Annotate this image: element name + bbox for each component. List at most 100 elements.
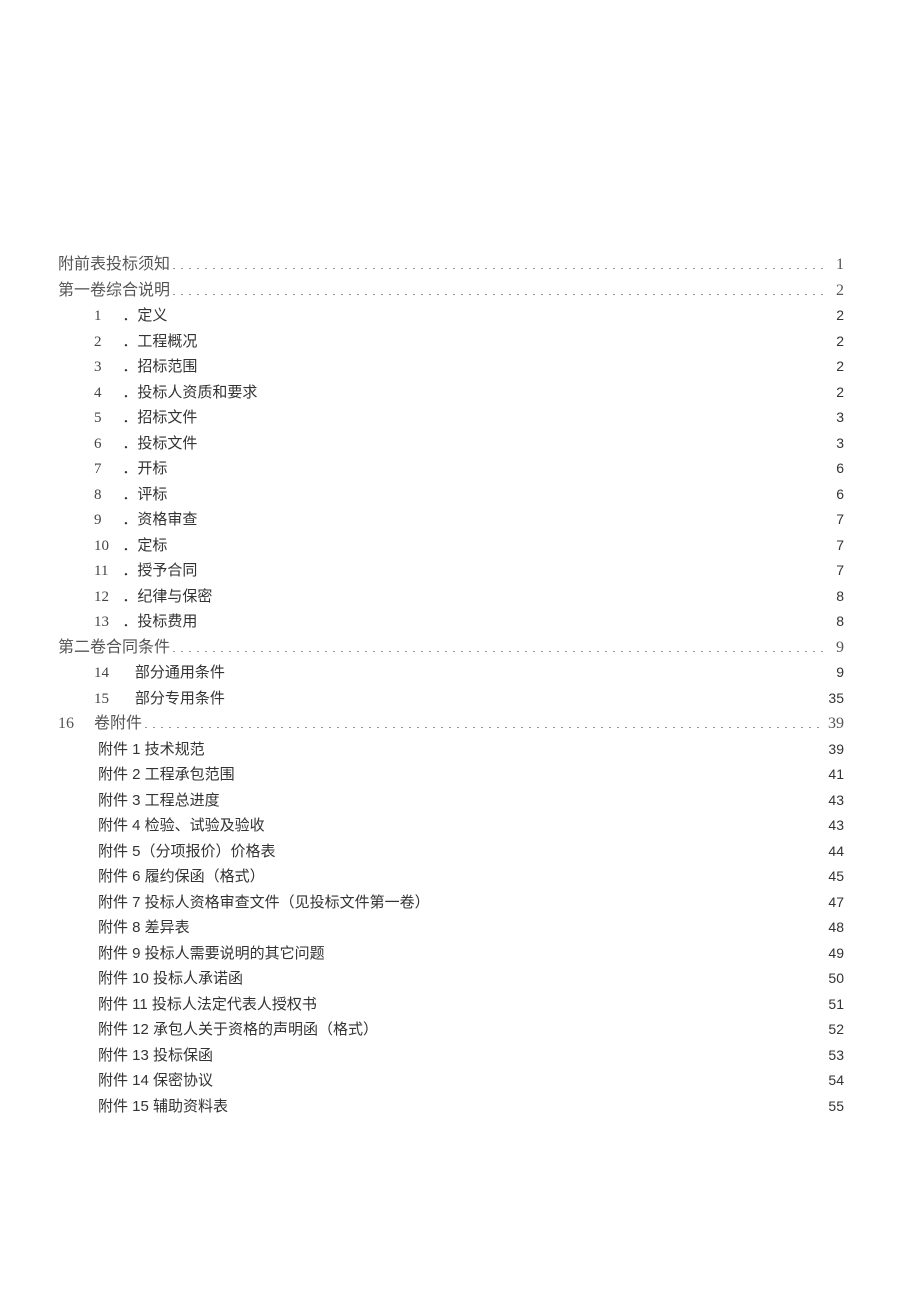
toc-pagenum: 9 — [826, 660, 844, 686]
toc-num: 11 — [94, 559, 114, 584]
toc-entry-appendix: 附件 14 保密协议54 — [58, 1068, 844, 1094]
toc-title: 2 ．工程概况 — [94, 329, 197, 355]
toc-num: 9 — [94, 508, 114, 533]
toc-num: 10 — [94, 534, 114, 559]
toc-entry-top: 第二卷合同条件 9 — [58, 635, 844, 661]
toc-title: 1 ．定义 — [94, 303, 167, 329]
toc-entry-appendix: 附件 5（分项报价）价格表44 — [58, 839, 844, 865]
toc-pagenum: 7 — [826, 558, 844, 584]
toc-leader — [199, 356, 824, 371]
toc-leader — [432, 892, 824, 907]
toc-pagenum: 47 — [826, 890, 844, 916]
toc-title: 附件 3 工程总进度 — [98, 788, 220, 814]
toc-title: 附件 5（分项报价）价格表 — [98, 839, 276, 865]
toc-leader — [230, 1096, 824, 1111]
toc-pagenum: 7 — [826, 533, 844, 559]
toc-leader — [172, 636, 824, 652]
toc-leader — [169, 305, 824, 320]
toc-page: 附前表投标须知 1 第一卷综合说明 2 1 ．定义22 ．工程概况23 ．招标范… — [0, 0, 920, 1179]
toc-pagenum: 41 — [826, 762, 844, 788]
toc-pagenum: 7 — [826, 507, 844, 533]
toc-entry-sub: 4 ．投标人资质和要求 2 — [58, 380, 844, 406]
toc-title: 16 卷附件 — [58, 711, 142, 737]
toc-title: 第一卷综合说明 — [58, 278, 170, 304]
toc-title: 5 ．招标文件 — [94, 405, 197, 431]
toc-title: 附件 1 技术规范 — [98, 737, 205, 763]
toc-entry-sub: 3 ．招标范围2 — [58, 354, 844, 380]
toc-leader — [199, 407, 824, 422]
toc-num: 7 — [94, 457, 114, 482]
toc-subtitle: ．工程概况 — [114, 333, 197, 350]
toc-num: 8 — [94, 483, 114, 508]
toc-pagenum: 48 — [826, 915, 844, 941]
toc-entry-sub: 13 ．投标费用 8 — [58, 609, 844, 635]
toc-title: 第二卷合同条件 — [58, 635, 170, 661]
toc-leader — [327, 943, 824, 958]
toc-title: 附件 15 辅助资料表 — [98, 1094, 228, 1120]
toc-title: 10 ．定标 — [94, 533, 167, 559]
toc-num: 15 — [94, 687, 114, 712]
toc-pagenum: 2 — [826, 380, 844, 406]
toc-num: 14 — [94, 661, 114, 686]
toc-pagenum: 52 — [826, 1017, 844, 1043]
toc-entry-top: 16 卷附件 39 — [58, 711, 844, 737]
toc-num: 3 — [94, 355, 114, 380]
toc-title: 附件 6 履约保函（格式） — [98, 864, 265, 890]
toc-leader — [169, 458, 824, 473]
toc-title: 15 部分专用条件 — [94, 686, 225, 712]
toc-pagenum: 8 — [826, 584, 844, 610]
toc-pagenum: 43 — [826, 788, 844, 814]
toc-subtitle: ．评标 — [114, 486, 167, 503]
toc-pagenum: 53 — [826, 1043, 844, 1069]
toc-pagenum: 50 — [826, 966, 844, 992]
toc-pagenum: 39 — [826, 711, 844, 737]
toc-num: 4 — [94, 381, 114, 406]
toc-leader — [227, 662, 824, 677]
toc-title: 8 ．评标 — [94, 482, 167, 508]
toc-pagenum: 2 — [826, 278, 844, 304]
toc-title: 附件 14 保密协议 — [98, 1068, 213, 1094]
toc-title: 附件 10 投标人承诺函 — [98, 966, 243, 992]
toc-leader — [267, 815, 824, 830]
toc-title: 附件 8 差异表 — [98, 915, 190, 941]
toc-title: 附件 9 投标人需要说明的其它问题 — [98, 941, 325, 967]
toc-leader — [199, 331, 824, 346]
toc-leader — [245, 968, 824, 983]
toc-leader — [192, 917, 824, 932]
toc-title: 13 ．投标费用 — [94, 609, 197, 635]
toc-leader — [169, 535, 824, 550]
toc-leader — [237, 764, 824, 779]
toc-subtitle: ．招标文件 — [114, 409, 197, 426]
toc-subtitle: ．投标人资质和要求 — [114, 384, 257, 401]
toc-leader — [199, 560, 824, 575]
toc-pagenum: 8 — [826, 609, 844, 635]
toc-title: 附件 13 投标保函 — [98, 1043, 213, 1069]
toc-num: 5 — [94, 406, 114, 431]
toc-leader — [199, 509, 824, 524]
toc-subtitle: ．投标文件 — [114, 435, 197, 452]
toc-entry-sub: 5 ．招标文件3 — [58, 405, 844, 431]
toc-num: 6 — [94, 432, 114, 457]
toc-subtitle: 部分通用条件 — [114, 664, 225, 681]
toc-leader — [259, 382, 824, 397]
toc-entry-appendix: 附件 12 承包人关于资格的声明函（格式）52 — [58, 1017, 844, 1043]
toc-pagenum: 35 — [826, 686, 844, 712]
toc-title: 附件 7 投标人资格审查文件（见投标文件第一卷） — [98, 890, 430, 916]
toc-entry-appendix: 附件 11 投标人法定代表人授权书51 — [58, 992, 844, 1018]
toc-entry-sub: 1 ．定义 2 — [58, 303, 844, 329]
toc-num: 1 — [94, 304, 114, 329]
toc-num: 2 — [94, 330, 114, 355]
toc-leader — [207, 739, 824, 754]
toc-subtitle: ．定标 — [114, 537, 167, 554]
toc-leader — [144, 712, 824, 728]
toc-leader — [169, 484, 824, 499]
toc-num: 16 — [58, 715, 74, 732]
toc-pagenum: 3 — [826, 431, 844, 457]
toc-entry-sub: 11 ．授予合同7 — [58, 558, 844, 584]
toc-title: 附件 2 工程承包范围 — [98, 762, 235, 788]
toc-pagenum: 2 — [826, 303, 844, 329]
toc-subtitle: 卷附件 — [94, 715, 142, 732]
toc-entry-appendix: 附件 15 辅助资料表55 — [58, 1094, 844, 1120]
toc-title: 9 ．资格审查 — [94, 507, 197, 533]
toc-pagenum: 1 — [826, 252, 844, 278]
